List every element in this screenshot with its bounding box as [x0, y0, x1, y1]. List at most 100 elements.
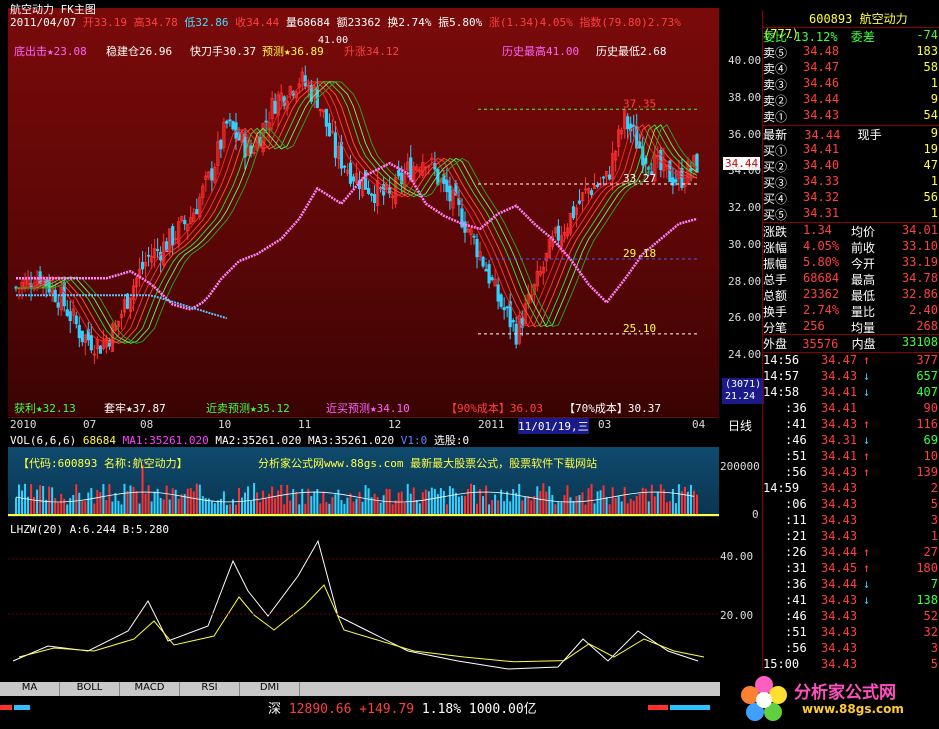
volume-bar — [334, 494, 337, 515]
ind-axis-20: 20.00 — [720, 609, 754, 622]
order-price: 34.40 — [803, 158, 840, 172]
volume-bar — [66, 504, 69, 515]
volume-bar — [18, 484, 21, 515]
tick-row: :11 34.43 3 — [763, 513, 939, 529]
stat-value: 68684 — [803, 271, 840, 285]
candle-body — [445, 179, 449, 193]
volume-bar — [96, 490, 99, 515]
volume-bar — [491, 500, 494, 515]
tick-row: :56 34.43 3 — [763, 641, 939, 657]
vol-v1: V1:0 — [400, 434, 428, 447]
volume-bar — [391, 504, 394, 515]
ma-ribbon-line — [16, 81, 698, 344]
volume-bar — [485, 485, 488, 515]
volume-bar — [295, 491, 298, 515]
tab-macd[interactable]: MACD — [120, 682, 180, 696]
volume-bar — [611, 487, 614, 515]
stat-label: 最高 — [851, 273, 876, 287]
volume-bar — [120, 504, 123, 515]
stats-table: 涨跌 1.34 均价 34.01 涨幅 4.05% 前收 33.10 振幅 5.80% 今开 33.1… — [763, 222, 939, 335]
tab-boll[interactable]: BOLL — [60, 682, 120, 696]
volume-bar — [473, 485, 476, 515]
volume-bar — [358, 492, 361, 515]
volume-bar — [162, 499, 165, 515]
volume-bar — [313, 491, 316, 515]
volume-bar — [403, 502, 406, 515]
volume-bar — [102, 484, 105, 515]
tick-time: 14:59 — [763, 481, 800, 495]
volume-bar — [638, 493, 641, 515]
stat-label: 最低 — [851, 289, 876, 303]
order-price: 34.44 — [803, 92, 840, 106]
ma-ribbon-line — [16, 81, 698, 344]
volume-bar — [376, 497, 379, 515]
volume-bar — [656, 491, 659, 515]
candle-body — [210, 168, 214, 181]
brand-name: 分析家公式网 — [794, 683, 896, 703]
candle-body — [674, 179, 678, 183]
candle-body — [484, 269, 488, 272]
volume-bar — [349, 493, 352, 515]
volume-bar — [298, 504, 301, 515]
stat-row: 涨幅 4.05% 前收 33.10 — [763, 239, 939, 255]
tick-volume: 180 — [916, 561, 938, 575]
ind-b: B:5.280 — [122, 523, 169, 536]
volume-bar — [105, 499, 108, 515]
indicator-line-a — [12, 539, 699, 670]
tab-dmi[interactable]: DMI — [240, 682, 300, 696]
stat-row: 总额 23362 最低 32.86 — [763, 287, 939, 303]
candle-body — [231, 121, 235, 130]
candle-body — [348, 162, 353, 184]
tick-time: :41 — [785, 593, 807, 607]
volume-bar — [93, 503, 96, 515]
price-info-line: 2011/04/07 开33.19 高34.78 低32.86 收34.44 量… — [10, 14, 681, 30]
volume-bar — [692, 490, 695, 515]
tick-price: 34.43 — [821, 641, 858, 655]
volume-bar — [283, 504, 286, 515]
market-index: 深 12890.66 +149.79 1.18% 1000.00亿 — [268, 698, 537, 717]
tick-list[interactable]: 14:56 34.47 ↑ 377 14:57 34.43 ↓ 657 14:58 34.41 ↓ 4… — [763, 352, 939, 671]
volume-panel[interactable]: 【代码:600893 名称:航空动力】 分析家公式网www.88gs.com 最… — [8, 447, 719, 517]
outer-inner-row: 外盘 35576 内盘 33108 — [763, 334, 939, 351]
volume-bar — [364, 485, 367, 515]
candlestick-chart[interactable]: 37.35 33.27 29.18 25.10 — [8, 8, 719, 416]
signal-label: 近买预测★34.10 — [326, 402, 410, 415]
volume-bar — [602, 485, 605, 515]
order-volume: 1 — [930, 206, 938, 220]
volume-bar — [111, 501, 114, 515]
latest-row: 最新 34.44 现手 9 — [763, 125, 939, 142]
volume-bar — [421, 492, 424, 515]
tab-rsi[interactable]: RSI — [180, 682, 240, 696]
tick-row: :51 34.41 ↑ 10 — [763, 449, 939, 465]
candle-body — [475, 238, 479, 258]
price-chart-panel[interactable]: 37.35 33.27 29.18 25.10 — [8, 8, 719, 416]
volume-header: VOL(6,6,6) 68684 MA1:35261.020 MA2:35261… — [10, 432, 469, 448]
volume-bar — [147, 485, 150, 515]
volume-bar — [352, 501, 355, 515]
tick-direction-icon: ↓ — [863, 433, 871, 447]
order-price: 34.32 — [803, 190, 840, 204]
candle-body — [505, 306, 509, 309]
volume-bar — [620, 501, 623, 515]
candle-body — [74, 315, 78, 325]
tick-direction-icon: ↑ — [863, 561, 871, 575]
tick-price: 34.44 — [821, 545, 858, 559]
volume-bar — [418, 503, 421, 515]
candle-body — [589, 190, 594, 195]
volume-bar — [69, 498, 72, 515]
amount-label: 额23362 — [336, 16, 381, 29]
cursor-count: (3071) — [725, 379, 762, 390]
tab-ma[interactable]: MA — [0, 682, 60, 696]
indicator-panel[interactable] — [8, 521, 719, 679]
volume-bar — [186, 488, 189, 515]
period-label[interactable]: 日线 — [728, 417, 752, 434]
candle-body — [65, 309, 69, 316]
order-row: 卖② 34.44 9 — [763, 92, 939, 108]
close-label: 收34.44 — [235, 16, 280, 29]
tick-row: :21 34.43 1 — [763, 529, 939, 545]
time-axis-tick: 03 — [598, 418, 612, 431]
volume-bar — [78, 492, 81, 515]
volume-bar — [454, 492, 457, 515]
volume-bar — [99, 492, 102, 515]
volume-bar — [590, 483, 593, 515]
